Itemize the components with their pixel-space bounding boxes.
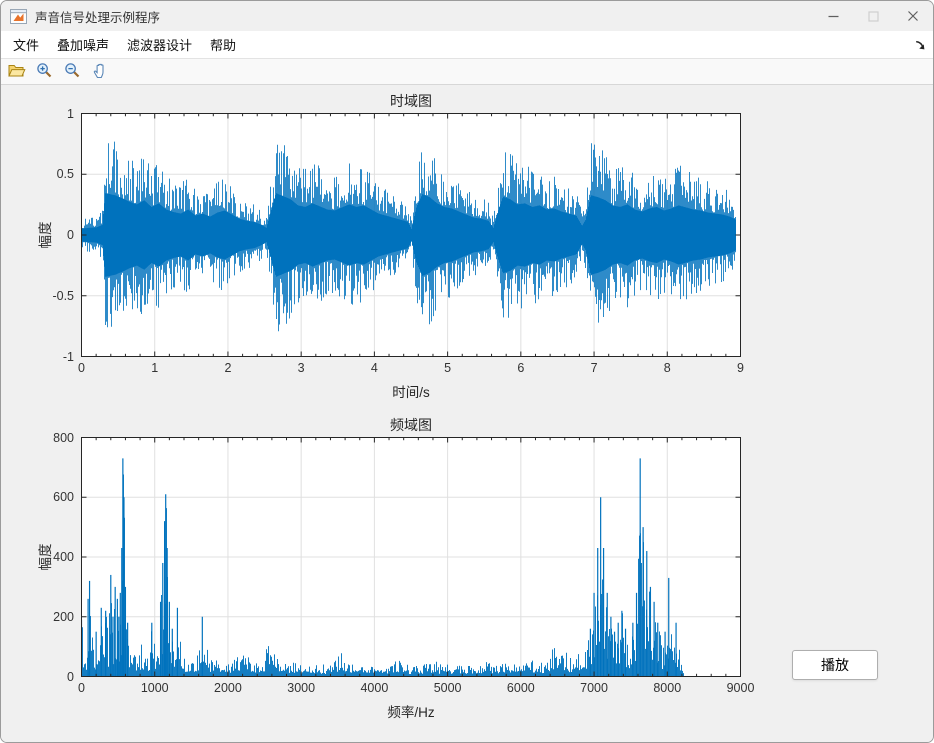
window-title: 声音信号处理示例程序 bbox=[35, 10, 161, 25]
x-tick-label: 4000 bbox=[360, 681, 389, 695]
frequency-domain-xlabel: 频率/Hz bbox=[387, 705, 435, 720]
frequency-domain-axes: 频域图 0 200 400 600 800 0 1000 2000 3000 4000 5000 6… bbox=[38, 417, 754, 720]
x-tick-label: 0 bbox=[78, 681, 85, 695]
x-tick-label: 6 bbox=[517, 361, 525, 375]
x-tick-label: 1000 bbox=[140, 681, 169, 695]
dock-arrow-icon[interactable] bbox=[915, 38, 926, 50]
play-button[interactable]: 播放 bbox=[792, 650, 878, 680]
frequency-domain-title: 频域图 bbox=[390, 417, 432, 433]
matlab-figure-icon bbox=[10, 8, 27, 24]
x-tick-label: 7000 bbox=[580, 681, 608, 695]
time-domain-axes: 时域图 -1 -0.5 0 0.5 1 0123456789 幅度 时间/s bbox=[38, 93, 744, 400]
menu-file[interactable]: 文件 bbox=[4, 31, 48, 58]
x-tick-label: 2000 bbox=[214, 681, 242, 695]
titlebar[interactable]: 声音信号处理示例程序 bbox=[1, 1, 933, 31]
window-controls bbox=[813, 1, 933, 31]
zoom-in-button[interactable] bbox=[33, 61, 56, 82]
app-window: 声音信号处理示例程序 文件 叠加噪声 滤波器设计 帮助 时域图 -1 -0.5 … bbox=[0, 0, 934, 743]
menubar: 文件 叠加噪声 滤波器设计 帮助 bbox=[1, 31, 933, 59]
zoom-in-icon bbox=[36, 62, 53, 82]
x-tick-label: 3000 bbox=[287, 681, 316, 695]
x-tick-label: 1 bbox=[151, 361, 159, 375]
x-tick-label: 6000 bbox=[506, 681, 535, 695]
menu-filter-design[interactable]: 滤波器设计 bbox=[118, 31, 201, 58]
minimize-button[interactable] bbox=[813, 1, 853, 31]
menu-help[interactable]: 帮助 bbox=[201, 31, 245, 58]
y-tick-label: 200 bbox=[53, 609, 74, 624]
x-tick-label: 2 bbox=[224, 361, 232, 375]
zoom-out-icon bbox=[64, 62, 81, 82]
hand-icon bbox=[92, 62, 109, 82]
time-domain-ylabel: 幅度 bbox=[38, 221, 53, 249]
y-tick-label: 600 bbox=[53, 490, 74, 505]
y-tick-label: 0.5 bbox=[56, 167, 74, 182]
x-tick-label: 5000 bbox=[433, 681, 462, 695]
close-button[interactable] bbox=[893, 1, 933, 31]
y-tick-label: 800 bbox=[53, 430, 74, 445]
x-tick-label: 4 bbox=[370, 361, 378, 375]
x-tick-label: 8000 bbox=[653, 681, 682, 695]
time-domain-xlabel: 时间/s bbox=[392, 385, 430, 400]
x-tick-label: 9000 bbox=[726, 681, 755, 695]
x-tick-label: 8 bbox=[663, 361, 671, 375]
x-tick-label: 5 bbox=[444, 361, 452, 375]
time-domain-title: 时域图 bbox=[390, 93, 432, 109]
y-tick-label: -0.5 bbox=[52, 288, 74, 303]
zoom-out-button[interactable] bbox=[61, 61, 84, 82]
x-tick-label: 3 bbox=[297, 361, 305, 375]
x-tick-label: 7 bbox=[590, 361, 598, 375]
frequency-domain-plot bbox=[81, 437, 741, 677]
maximize-button[interactable] bbox=[853, 1, 893, 31]
frequency-domain-xtick-labels: 0 1000 2000 3000 4000 5000 6000 7000 8000 9000 bbox=[78, 677, 754, 699]
pan-button[interactable] bbox=[89, 61, 112, 82]
toolbar bbox=[1, 59, 933, 85]
folder-open-icon bbox=[7, 62, 26, 81]
time-domain-xtick-labels: 0 1 2 3 4 5 6 7 8 9 bbox=[78, 357, 744, 379]
open-file-button[interactable] bbox=[5, 61, 28, 82]
figure-canvas: 时域图 -1 -0.5 0 0.5 1 0123456789 幅度 时间/s 频域图 0… bbox=[1, 85, 933, 742]
x-tick-label: 9 bbox=[737, 361, 744, 375]
frequency-domain-ylabel: 幅度 bbox=[38, 543, 53, 571]
y-tick-label: 1 bbox=[67, 106, 74, 121]
x-tick-label: 0 bbox=[78, 361, 85, 375]
menu-add-noise[interactable]: 叠加噪声 bbox=[48, 31, 118, 58]
time-domain-plot bbox=[81, 113, 741, 357]
